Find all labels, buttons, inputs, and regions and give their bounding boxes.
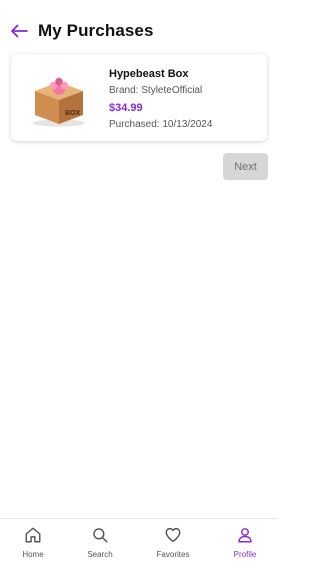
product-name: Hypebeast Box: [109, 68, 189, 80]
nav-favorites-label: Favorites: [156, 550, 190, 559]
purchase-card[interactable]: BOX Hypebeast Box Brand: StyleteOfficial…: [11, 54, 267, 141]
user-icon: [238, 528, 252, 543]
arrow-left-icon: [11, 24, 28, 38]
page-title: My Purchases: [38, 21, 154, 40]
nav-profile[interactable]: Profile: [217, 525, 273, 569]
nav-search[interactable]: Search: [72, 525, 128, 569]
product-brand: Brand: StyleteOfficial: [109, 85, 203, 96]
search-icon: [93, 528, 108, 543]
nav-favorites[interactable]: Favorites: [145, 525, 201, 569]
bottom-nav: Home Search Favorites Profile: [0, 518, 278, 573]
nav-home[interactable]: Home: [5, 525, 61, 569]
home-icon: [25, 527, 41, 543]
product-thumbnail: BOX: [29, 68, 89, 128]
next-button[interactable]: Next: [223, 153, 268, 180]
nav-home-label: Home: [22, 550, 44, 559]
back-button[interactable]: [8, 20, 30, 42]
box-product-icon: BOX: [33, 77, 85, 127]
product-price: $34.99: [109, 102, 143, 114]
nav-profile-label: Profile: [233, 550, 257, 559]
nav-search-label: Search: [87, 550, 113, 559]
heart-icon: [165, 527, 181, 543]
purchase-date: Purchased: 10/13/2024: [109, 119, 213, 130]
purchase-info: Hypebeast Box Brand: StyleteOfficial $34…: [109, 67, 261, 131]
svg-text:BOX: BOX: [65, 110, 81, 117]
